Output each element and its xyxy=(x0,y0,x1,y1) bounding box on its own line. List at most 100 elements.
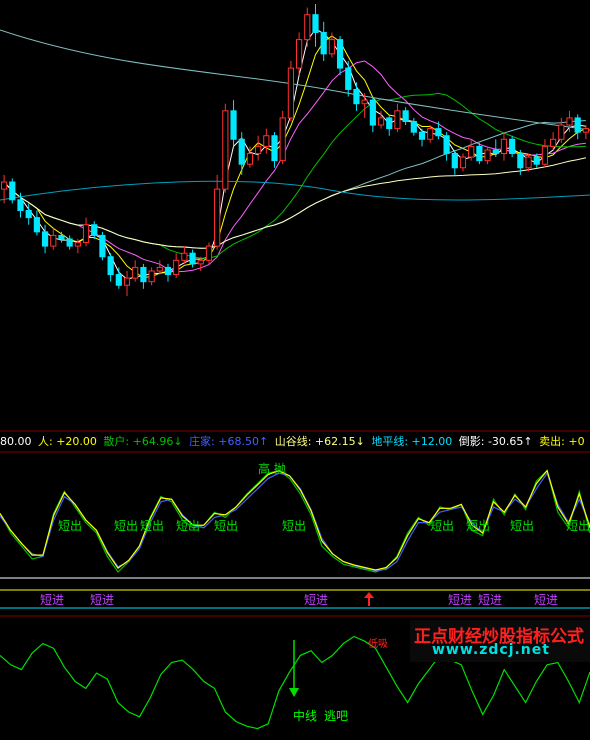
candle-body xyxy=(181,252,188,261)
duanchu-label: 短出 xyxy=(176,519,201,533)
watermark: 正点财经炒股指标公式 www.zdcj.net xyxy=(410,620,590,662)
duanchu-label: 短出 xyxy=(282,519,307,533)
candle-body xyxy=(140,266,147,283)
candle-body xyxy=(25,209,32,219)
candle-body xyxy=(189,252,196,265)
candle-body xyxy=(214,188,221,247)
candle-body xyxy=(492,149,499,155)
candle-body xyxy=(320,31,327,55)
candle-body xyxy=(271,135,278,162)
duanjin-label: 短进 xyxy=(90,593,115,607)
duanchu-label: 短出 xyxy=(430,519,455,533)
candle-body xyxy=(451,153,458,169)
candle-body xyxy=(558,124,565,140)
legend-maichu: 卖出: +0 xyxy=(539,435,585,448)
gaopao-label: 高 抛 xyxy=(258,462,286,476)
candle-body xyxy=(525,156,532,169)
candle-body xyxy=(345,67,352,90)
ma-magenta-line xyxy=(3,60,586,273)
duanchu-label: 短出 xyxy=(58,519,83,533)
candle-body xyxy=(255,145,262,155)
candle-body xyxy=(91,224,98,236)
candle-body xyxy=(533,156,540,165)
candle-body xyxy=(517,153,524,169)
legend-zhuangjia: 庄家: +68.50↑ xyxy=(189,435,269,448)
candle-body xyxy=(410,120,417,133)
candle-body xyxy=(123,277,131,286)
candle-body xyxy=(353,88,360,105)
candle-body xyxy=(574,117,581,133)
legend-daoying: 倒影: -30.65↑ xyxy=(458,435,533,448)
sell-arrow-icon xyxy=(289,688,299,697)
legend-shanguxian: 山谷线: +62.15↓ xyxy=(274,435,365,448)
candle-body xyxy=(205,245,213,261)
candle-body xyxy=(1,181,8,190)
legend-ren: 人: +20.00 xyxy=(38,435,97,448)
candle-body xyxy=(582,128,589,133)
duanjin-label: 短进 xyxy=(448,593,473,607)
duanjin-label: 短进 xyxy=(40,593,65,607)
candle-body xyxy=(164,266,172,276)
ma-yellow-line xyxy=(3,35,587,278)
candle-body xyxy=(41,231,49,247)
diyi-label: 低吸 xyxy=(368,639,388,650)
ma-white-line xyxy=(3,28,586,280)
duanchu-label: 短出 xyxy=(466,519,491,533)
candle-body xyxy=(287,67,294,119)
candle-body xyxy=(115,274,122,286)
candle-body xyxy=(66,238,73,247)
candle-body xyxy=(173,259,180,276)
candle-body xyxy=(33,217,40,233)
candle-body xyxy=(58,234,65,240)
candle-body xyxy=(418,131,426,140)
candle-body xyxy=(17,199,24,211)
candle-body xyxy=(468,145,475,158)
candle-body xyxy=(50,234,57,247)
duanjin-label: 短进 xyxy=(534,593,559,607)
duanchu-label: 短出 xyxy=(566,519,590,533)
ma-longest-line xyxy=(0,180,590,201)
legend-dipingxian: 地平线: +12.00 xyxy=(371,435,453,448)
candle-body xyxy=(238,138,245,165)
candle-body xyxy=(222,110,229,190)
candle-body xyxy=(304,14,311,41)
buy-arrow-icon xyxy=(364,592,374,606)
candle-body xyxy=(279,117,286,162)
candle-body xyxy=(484,149,491,162)
candle-body xyxy=(328,39,335,55)
candle-body xyxy=(9,181,16,201)
candle-body xyxy=(107,256,114,276)
taoba-label: 逃吧 xyxy=(324,709,349,723)
candle-body xyxy=(74,242,81,247)
candle-body xyxy=(230,110,237,140)
candle-body xyxy=(246,153,254,165)
indicator-legend: 80.00 人: +20.00 散户: +64.96↓ 庄家: +68.50↑ … xyxy=(0,434,590,450)
duanchu-label: 短出 xyxy=(510,519,535,533)
candle-body xyxy=(459,156,467,169)
candle-body xyxy=(541,145,549,165)
candle-body xyxy=(156,266,163,272)
candle-body xyxy=(402,110,409,122)
candle-body xyxy=(263,135,270,147)
legend-sanhu: 散户: +64.96↓ xyxy=(103,435,183,448)
chart-stage: { "legend": [ {"text": "80.00", "color":… xyxy=(0,0,590,740)
candle-body xyxy=(132,266,139,279)
candle-body xyxy=(550,138,557,147)
candle-body xyxy=(476,145,483,162)
candle-body xyxy=(386,117,393,130)
candle-body xyxy=(500,138,508,155)
duanchu-label: 短出 xyxy=(140,519,165,533)
candle-body xyxy=(336,39,344,69)
candle-body xyxy=(509,138,516,155)
candle-body xyxy=(566,117,573,126)
candle-body xyxy=(361,99,368,105)
candle-body xyxy=(312,14,319,33)
candle-body xyxy=(443,135,450,155)
candle-body xyxy=(99,234,106,258)
candle-body xyxy=(377,117,385,126)
candle-body xyxy=(197,259,204,265)
candle-body xyxy=(296,39,303,69)
duanjin-label: 短进 xyxy=(304,593,329,607)
candle-body xyxy=(369,99,376,126)
candle-body xyxy=(435,128,442,137)
